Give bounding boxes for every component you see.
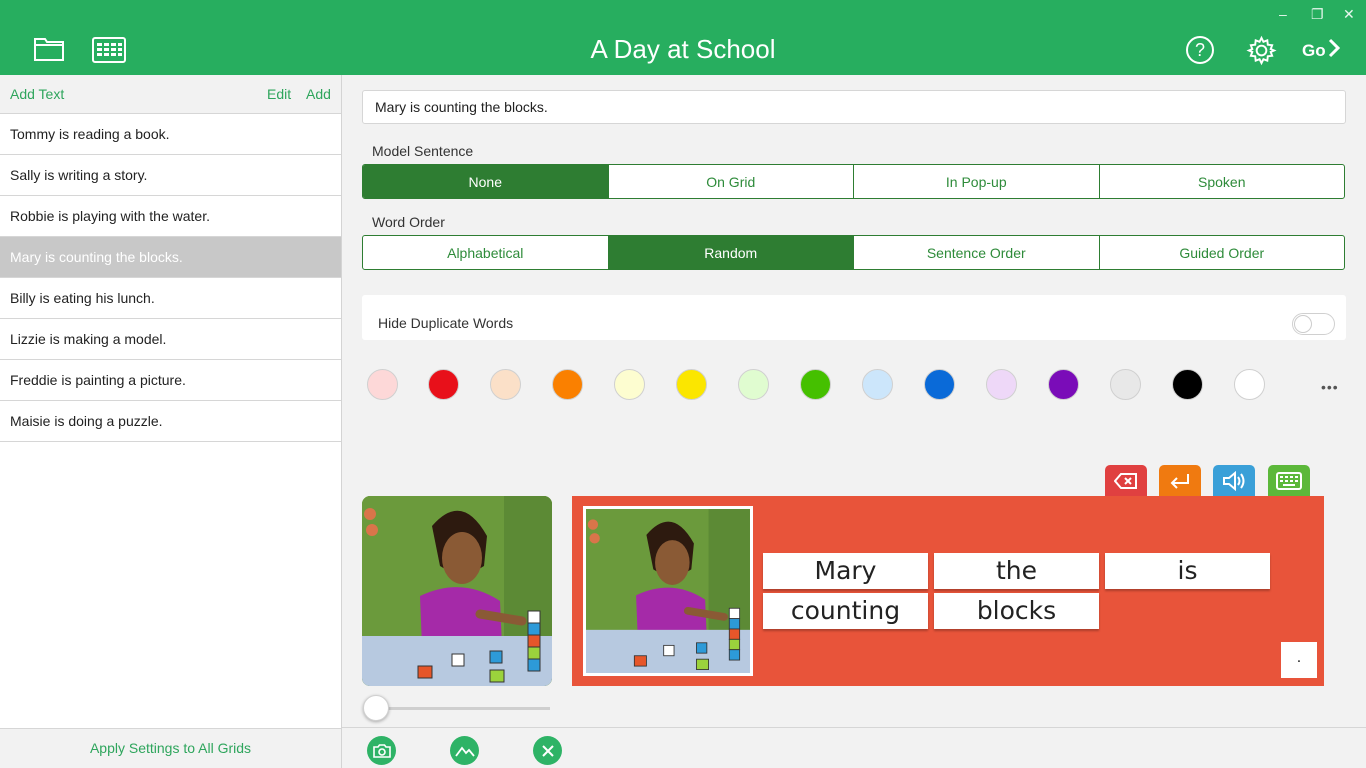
order-option-alphabetical[interactable]: Alphabetical — [363, 236, 609, 269]
punctuation-tile[interactable]: . — [1281, 642, 1317, 678]
model-sentence-selector: None On Grid In Pop-up Spoken — [362, 164, 1345, 199]
color-swatch[interactable] — [924, 369, 955, 400]
list-item[interactable]: Billy is eating his lunch. — [0, 278, 341, 319]
edit-button[interactable]: Edit — [267, 86, 291, 102]
clear-picture-button[interactable] — [533, 736, 562, 765]
list-item[interactable]: Robbie is playing with the water. — [0, 196, 341, 237]
picture-size-slider-track[interactable] — [370, 707, 550, 710]
enter-button[interactable] — [1159, 465, 1201, 496]
camera-icon — [372, 743, 391, 758]
list-item[interactable]: Tommy is reading a book. — [0, 114, 341, 155]
sentence-input[interactable] — [362, 90, 1346, 124]
bottom-toolbar — [342, 727, 1366, 768]
hide-duplicates-label: Hide Duplicate Words — [378, 315, 514, 331]
color-swatch[interactable] — [552, 369, 583, 400]
list-item[interactable]: Lizzie is making a model. — [0, 319, 341, 360]
model-option-spoken[interactable]: Spoken — [1100, 165, 1345, 198]
enter-icon — [1170, 473, 1189, 489]
model-option-on-grid[interactable]: On Grid — [609, 165, 854, 198]
symbol-picture[interactable] — [362, 496, 552, 686]
teacher-counting-image — [586, 509, 750, 673]
word-tile[interactable]: is — [1105, 553, 1270, 589]
more-colors-button[interactable]: ••• — [1321, 379, 1339, 395]
word-tile[interactable]: Mary — [763, 553, 928, 589]
apply-settings-all-button[interactable]: Apply Settings to All Grids — [0, 728, 341, 768]
color-swatch[interactable] — [862, 369, 893, 400]
go-button[interactable]: Go — [1302, 38, 1340, 63]
add-text-button[interactable]: Add Text — [10, 86, 64, 102]
order-option-random[interactable]: Random — [608, 236, 854, 269]
color-swatch[interactable] — [490, 369, 521, 400]
color-swatch[interactable] — [1234, 369, 1265, 400]
color-swatch[interactable] — [1110, 369, 1141, 400]
model-sentence-label: Model Sentence — [372, 143, 474, 159]
picture-size-slider-thumb[interactable] — [363, 695, 389, 721]
page-title: A Day at School — [590, 34, 776, 64]
word-tile[interactable]: blocks — [934, 593, 1099, 629]
color-swatch[interactable] — [367, 369, 398, 400]
word-tile[interactable]: counting — [763, 593, 928, 629]
color-swatch[interactable] — [1048, 369, 1079, 400]
backspace-button[interactable] — [1105, 465, 1147, 496]
keyboard-button[interactable] — [1268, 465, 1310, 496]
model-option-none[interactable]: None — [363, 165, 609, 198]
close-icon — [541, 744, 554, 757]
panel-picture — [583, 506, 753, 676]
list-item[interactable]: Maisie is doing a puzzle. — [0, 401, 341, 442]
image-library-icon — [454, 746, 475, 757]
hide-duplicates-row: Hide Duplicate Words — [362, 295, 1346, 340]
teacher-counting-image — [362, 496, 552, 686]
order-option-guided-order[interactable]: Guided Order — [1100, 236, 1345, 269]
speak-button[interactable] — [1213, 465, 1255, 496]
toggle-knob — [1294, 315, 1312, 333]
color-swatch[interactable] — [986, 369, 1017, 400]
add-button[interactable]: Add — [306, 86, 331, 102]
color-swatch[interactable] — [800, 369, 831, 400]
color-swatch[interactable] — [614, 369, 645, 400]
chevron-right-icon — [1328, 38, 1340, 63]
sidebar-header: Add Text Edit Add — [0, 75, 341, 114]
sentence-list-sidebar: Add Text Edit Add Tommy is reading a boo… — [0, 75, 342, 768]
word-tile[interactable]: the — [934, 553, 1099, 589]
list-item[interactable]: Sally is writing a story. — [0, 155, 341, 196]
list-item-selected[interactable]: Mary is counting the blocks. — [0, 237, 341, 278]
order-option-sentence-order[interactable]: Sentence Order — [854, 236, 1100, 269]
sentence-builder-panel: Mary the is counting blocks . — [572, 496, 1324, 686]
hide-duplicates-toggle[interactable] — [1292, 313, 1335, 335]
color-swatch[interactable] — [428, 369, 459, 400]
speaker-icon — [1223, 470, 1245, 491]
svg-text:?: ? — [1195, 40, 1205, 60]
image-library-button[interactable] — [450, 736, 479, 765]
word-order-selector: Alphabetical Random Sentence Order Guide… — [362, 235, 1345, 270]
color-swatch[interactable] — [676, 369, 707, 400]
model-option-in-popup[interactable]: In Pop-up — [854, 165, 1100, 198]
list-item[interactable]: Freddie is painting a picture. — [0, 360, 341, 401]
restore-button[interactable]: ❐ — [1311, 6, 1324, 23]
color-swatch[interactable] — [1172, 369, 1203, 400]
camera-button[interactable] — [367, 736, 396, 765]
minimize-button[interactable]: – — [1279, 6, 1287, 22]
backspace-icon — [1114, 472, 1137, 489]
word-order-label: Word Order — [372, 214, 445, 230]
close-window-button[interactable]: ✕ — [1343, 6, 1355, 23]
app-header: A Day at School – ❐ ✕ ? Go — [0, 0, 1366, 75]
help-icon[interactable]: ? — [1185, 35, 1215, 70]
keyboard-icon — [1276, 471, 1302, 490]
gear-icon[interactable] — [1246, 35, 1277, 71]
sentence-list: Tommy is reading a book. Sally is writin… — [0, 114, 341, 442]
color-swatch[interactable] — [738, 369, 769, 400]
go-label: Go — [1302, 40, 1326, 60]
